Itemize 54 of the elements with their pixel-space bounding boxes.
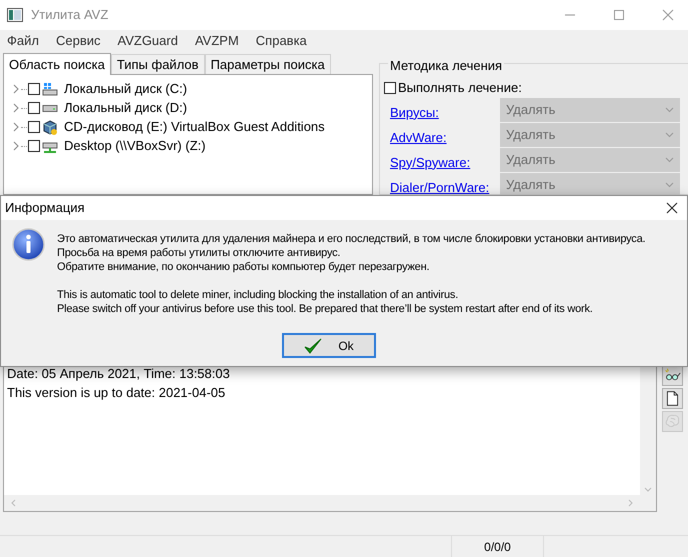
dropdown: Удалять (500, 98, 680, 122)
toolbar-button[interactable] (662, 388, 683, 409)
group-title: Методика лечения (388, 58, 504, 73)
drive-icon (42, 104, 58, 112)
menu-item[interactable]: AVZPM (194, 30, 239, 50)
status-text: 0/0/0 (484, 538, 511, 556)
expand-icon[interactable] (12, 84, 20, 94)
expand-icon[interactable] (12, 141, 20, 151)
tree-item[interactable]: Локальный диск (D:) (64, 98, 188, 118)
checkbox[interactable] (28, 140, 40, 152)
maximize-icon[interactable] (613, 9, 625, 21)
message-line: Please switch off your antivirus before use this tool. Be prepared that there’ll be system restart after end of its work. (57, 302, 594, 316)
checkbox[interactable] (28, 102, 40, 114)
tree-item[interactable]: Desktop (\\VBoxSvr) (Z:) (64, 136, 206, 156)
check-icon (304, 338, 322, 354)
message-line: Обратите внимание, по окончанию работы компьютер будет перезагружен. (57, 260, 430, 274)
info-icon (12, 228, 45, 261)
tree-item[interactable]: CD-дисковод (E:) VirtualBox Guest Additions (64, 117, 325, 137)
expand-icon[interactable] (12, 122, 20, 132)
checkbox-label: Выполнять лечение: (398, 78, 522, 97)
toolbar-button[interactable] (662, 365, 683, 386)
tab[interactable]: Область поиска (3, 53, 111, 75)
dropdown: Удалять (500, 122, 680, 146)
drive-icon (42, 82, 58, 96)
message-line: This is automatic tool to delete miner, including blocking the installation of an antivirus. (57, 288, 460, 302)
dialog-title: Информация (5, 199, 85, 218)
log-line: This version is up to date: 2021-04-05 (7, 384, 226, 402)
chevron-icon (665, 156, 674, 162)
close-icon[interactable] (666, 202, 678, 214)
window-title: Утилита AVZ (31, 6, 108, 24)
menu-item[interactable]: AVZGuard (118, 30, 178, 50)
page-icon (664, 390, 681, 407)
ok-button[interactable]: Ok (282, 333, 376, 358)
checkbox[interactable] (28, 121, 40, 133)
checkbox[interactable] (384, 82, 396, 94)
message-line: Это автоматическая утилита для удаления майнера и его последствий, в том числе блокировки установки антивируса. (57, 232, 646, 246)
checkbox[interactable] (28, 83, 40, 95)
tab[interactable]: Параметры поиска (204, 54, 331, 74)
menu-item[interactable]: Сервис (56, 30, 100, 50)
message-line: Просьба на время работы утилиты отключите антивирус. (57, 246, 342, 260)
tab[interactable]: Типы файлов (110, 54, 205, 74)
menu-item[interactable]: Файл (7, 30, 39, 50)
box-icon (42, 120, 58, 134)
dropdown: Удалять (500, 148, 680, 172)
chevron-icon (665, 132, 674, 138)
dropdown: Удалять (500, 172, 680, 196)
tree-item[interactable]: Локальный диск (C:) (64, 79, 188, 99)
log-line: Date: 05 Апрель 2021, Time: 13:58:03 (7, 365, 231, 383)
expand-icon[interactable] (12, 103, 20, 113)
menu-item[interactable]: Справка (256, 30, 307, 50)
app-icon (7, 8, 23, 22)
chevron-icon (665, 182, 674, 188)
brain-icon (664, 413, 681, 430)
chevron-icon (665, 106, 674, 112)
